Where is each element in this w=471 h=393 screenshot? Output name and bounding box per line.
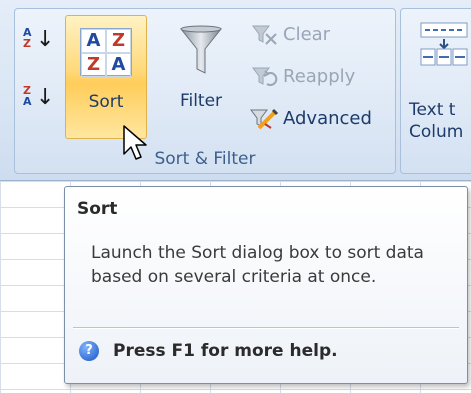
- mouse-pointer-icon: [123, 125, 147, 160]
- text-to-columns-label-line1: Text t: [409, 100, 456, 120]
- down-arrow-icon: ↓: [36, 85, 55, 110]
- clear-button[interactable]: Clear: [249, 19, 330, 49]
- sort-z-to-a-button[interactable]: Z A ↓: [23, 84, 54, 115]
- tooltip-body: Launch the Sort dialog box to sort data …: [91, 243, 424, 287]
- clear-filter-icon: [252, 25, 277, 45]
- sort-filter-group: A Z ↓ Z A ↓ A Z Z A Sort Filter Clear Re…: [14, 8, 396, 174]
- tooltip-divider: [73, 327, 459, 329]
- advanced-label: Advanced: [283, 107, 372, 129]
- tooltip-help-text: Press F1 for more help.: [113, 341, 338, 361]
- group-label: Sort & Filter: [154, 149, 256, 169]
- funnel-icon: [179, 25, 223, 74]
- advanced-filter-icon: [250, 108, 279, 130]
- text-to-columns-label-line2: Colum: [409, 122, 464, 142]
- down-arrow-icon: ↓: [36, 27, 55, 52]
- sort-z-to-a-icon: Z A: [23, 84, 32, 108]
- tooltip-title: Sort: [77, 199, 118, 219]
- clear-label: Clear: [283, 23, 331, 45]
- filter-button-label: Filter: [179, 91, 223, 111]
- reapply-label: Reapply: [283, 65, 356, 87]
- sort-button-label: Sort: [88, 92, 124, 112]
- help-icon: ?: [79, 341, 99, 361]
- sort-a-to-z-button[interactable]: A Z ↓: [23, 26, 54, 57]
- sort-icon: A Z Z A: [80, 28, 132, 77]
- text-to-columns-icon: [420, 22, 468, 66]
- sort-a-to-z-icon: A Z: [23, 26, 32, 50]
- advanced-button[interactable]: Advanced: [249, 103, 372, 133]
- reapply-filter-icon: [252, 67, 278, 86]
- text-to-columns-button[interactable]: Text t Colum: [409, 15, 471, 155]
- ribbon: A Z ↓ Z A ↓ A Z Z A Sort Filter Clear Re…: [0, 0, 471, 180]
- tooltip-help: ? Press F1 for more help.: [79, 341, 338, 361]
- sort-tooltip: Sort Launch the Sort dialog box to sort …: [64, 186, 468, 384]
- sort-button[interactable]: A Z Z A Sort: [65, 15, 147, 139]
- filter-button[interactable]: Filter: [161, 15, 241, 137]
- data-tools-group: Text t Colum: [400, 8, 471, 174]
- reapply-button[interactable]: Reapply: [249, 61, 355, 91]
